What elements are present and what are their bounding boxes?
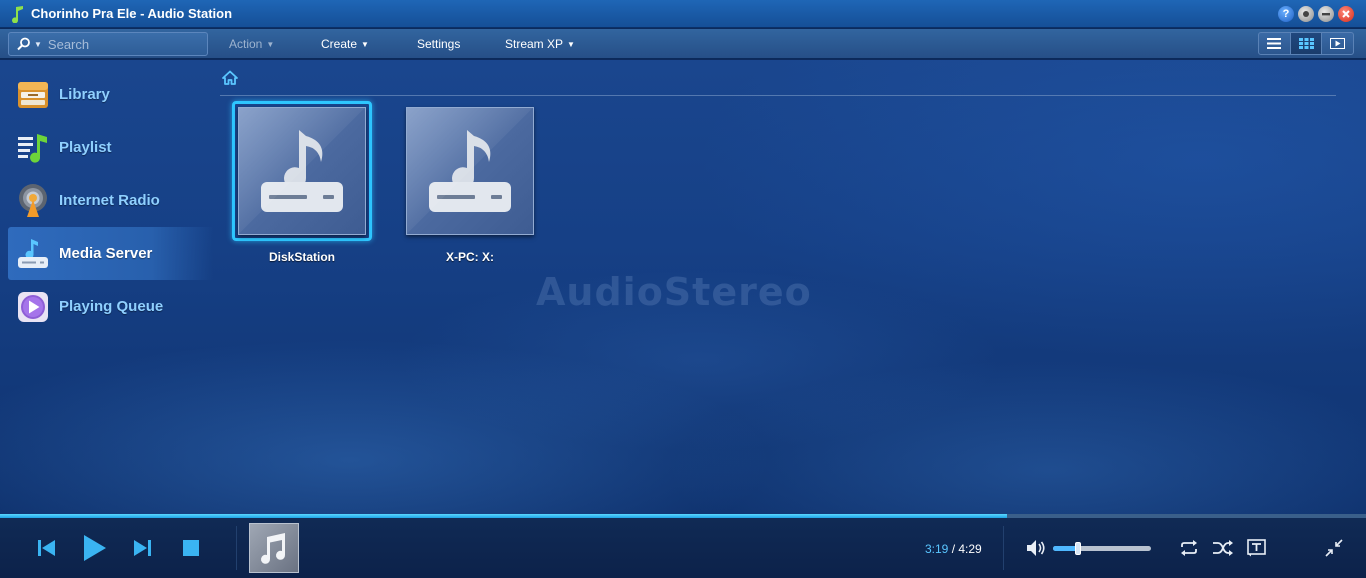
cover-flow-icon	[1330, 38, 1346, 49]
search-icon[interactable]	[17, 37, 31, 51]
toolbar: ▼ Action▼ Create▼ Settings Stream XP▼	[0, 29, 1366, 59]
create-menu-label: Create	[321, 37, 358, 51]
list-view-button[interactable]	[1259, 33, 1291, 54]
next-icon	[134, 540, 151, 556]
player-divider	[236, 526, 237, 570]
player-divider	[1003, 526, 1004, 570]
thumbnail-view-icon	[1298, 38, 1314, 49]
sidebar: Library Playlist Internet Radio Media Se…	[8, 68, 213, 333]
sidebar-item-playing-queue[interactable]: Playing Queue	[8, 280, 213, 333]
minimize-icon[interactable]	[1318, 6, 1334, 22]
list-view-icon	[1267, 38, 1282, 49]
search-input[interactable]	[47, 34, 198, 54]
options-icon[interactable]	[1298, 6, 1314, 22]
view-mode-group	[1258, 32, 1354, 55]
shuffle-icon	[1213, 540, 1233, 556]
volume-icon	[1027, 540, 1045, 556]
time-separator: /	[948, 542, 959, 556]
media-server-icon	[261, 130, 343, 212]
volume-slider[interactable]	[1053, 542, 1151, 555]
window-title: Chorinho Pra Ele - Audio Station	[31, 6, 233, 21]
play-icon	[84, 535, 106, 561]
chevron-down-icon: ▼	[361, 40, 369, 49]
internet-radio-icon	[16, 183, 50, 218]
settings-button[interactable]: Settings	[417, 29, 460, 59]
mute-button[interactable]	[1022, 532, 1050, 564]
sidebar-item-label: Playing Queue	[59, 298, 164, 315]
player-bar: 3:19 / 4:29	[0, 518, 1366, 578]
sidebar-item-label: Library	[59, 86, 110, 103]
sidebar-item-label: Media Server	[59, 245, 153, 262]
shuffle-button[interactable]	[1209, 532, 1237, 564]
sidebar-item-label: Playlist	[59, 139, 112, 156]
action-menu-label: Action	[229, 37, 263, 51]
repeat-button[interactable]	[1175, 532, 1203, 564]
chevron-down-icon: ▼	[567, 40, 575, 49]
playing-queue-icon	[16, 290, 50, 324]
close-icon[interactable]	[1338, 6, 1354, 22]
thumbnail-view-button[interactable]	[1290, 33, 1323, 54]
play-button[interactable]	[80, 532, 108, 564]
lyrics-button[interactable]	[1243, 532, 1271, 564]
stop-button[interactable]	[177, 532, 205, 564]
collapse-icon	[1325, 539, 1343, 557]
tile-thumbnail	[406, 107, 534, 235]
music-note-icon	[261, 533, 286, 564]
window-controls: ?	[1278, 6, 1354, 22]
media-server-icon	[16, 237, 50, 271]
media-server-tile-x-pc[interactable]: X-PC: X:	[400, 101, 540, 264]
tile-label: X-PC: X:	[446, 250, 494, 264]
media-server-tile-diskstation[interactable]: DiskStation	[232, 101, 372, 264]
repeat-icon	[1181, 540, 1197, 556]
search-box[interactable]: ▼	[8, 32, 208, 56]
home-icon[interactable]	[222, 70, 238, 86]
next-button[interactable]	[129, 532, 157, 564]
sidebar-item-internet-radio[interactable]: Internet Radio	[8, 174, 213, 227]
stream-menu-label: Stream XP	[505, 37, 564, 51]
playlist-icon	[16, 131, 50, 165]
create-menu[interactable]: Create ▼	[321, 29, 369, 59]
album-art[interactable]	[249, 523, 299, 573]
chevron-down-icon[interactable]: ▼	[34, 40, 42, 49]
sidebar-item-media-server[interactable]: Media Server	[8, 227, 213, 280]
sidebar-item-label: Internet Radio	[59, 192, 160, 209]
current-time: 3:19	[925, 542, 949, 556]
title-bar: Chorinho Pra Ele - Audio Station ?	[0, 0, 1366, 28]
sidebar-item-playlist[interactable]: Playlist	[8, 121, 213, 174]
help-icon[interactable]: ?	[1278, 6, 1294, 22]
media-server-icon	[429, 130, 511, 212]
stream-menu[interactable]: Stream XP ▼	[505, 29, 575, 59]
time-display: 3:19 / 4:29	[925, 542, 982, 556]
previous-icon	[38, 540, 55, 556]
tile-thumbnail	[238, 107, 366, 235]
cover-flow-view-button[interactable]	[1322, 33, 1353, 54]
stop-icon	[183, 540, 199, 556]
library-icon	[16, 78, 50, 112]
mini-player-button[interactable]	[1320, 532, 1348, 564]
tile-frame	[232, 101, 372, 241]
previous-button[interactable]	[32, 532, 60, 564]
chevron-down-icon: ▼	[266, 40, 275, 49]
settings-label: Settings	[417, 37, 461, 51]
lyrics-icon	[1247, 539, 1266, 557]
tile-label: DiskStation	[268, 250, 335, 264]
watermark: AudioStereo	[536, 270, 812, 314]
total-time: 4:29	[958, 542, 982, 556]
action-menu[interactable]: Action ▼	[229, 29, 274, 59]
main-area: Library Playlist Internet Radio Media Se…	[0, 60, 1366, 515]
tile-frame	[400, 101, 540, 241]
music-note-icon	[10, 4, 26, 24]
breadcrumb-divider	[220, 95, 1336, 96]
sidebar-item-library[interactable]: Library	[8, 68, 213, 121]
volume-handle[interactable]	[1075, 542, 1082, 555]
